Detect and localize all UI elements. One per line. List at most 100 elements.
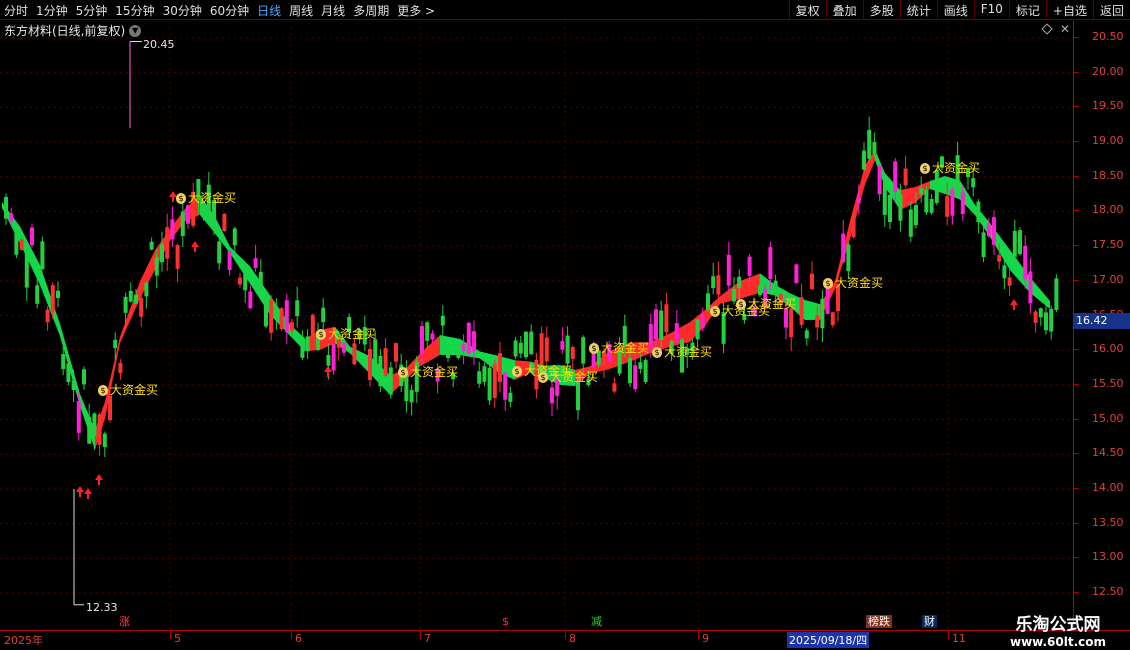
candle-body xyxy=(659,310,664,341)
candle-body xyxy=(269,299,274,333)
money-bag-icon: $ xyxy=(176,193,186,204)
candle-body xyxy=(149,241,154,250)
candle-body xyxy=(747,256,752,276)
signal-label: $ 大资金买 xyxy=(823,274,883,291)
tab-1min[interactable]: 1分钟 xyxy=(36,2,68,19)
candle-body xyxy=(368,349,372,380)
tab-30min[interactable]: 30分钟 xyxy=(163,2,202,19)
signal-label: $ 大资金买 xyxy=(589,339,649,356)
event-badge-finance[interactable]: 财 xyxy=(922,615,937,628)
candle-body xyxy=(97,414,102,445)
candle-body xyxy=(175,245,180,269)
tab-weekly[interactable]: 周线 xyxy=(289,2,313,19)
candle-body xyxy=(394,343,398,362)
candle-body xyxy=(513,340,518,357)
watermark: 乐淘公式网 www.60lt.com xyxy=(992,610,1124,649)
tab-monthly[interactable]: 月线 xyxy=(321,2,345,19)
back-button[interactable]: 返回 xyxy=(1092,0,1130,20)
candle-body xyxy=(700,315,705,328)
time-axis: 2025年 5 6 7 8 9 2025/09/18/四 11 xyxy=(0,630,1130,650)
candle-body xyxy=(830,312,835,326)
tab-60min[interactable]: 60分钟 xyxy=(210,2,249,19)
tab-15min[interactable]: 15分钟 xyxy=(115,2,154,19)
candle-body xyxy=(30,227,34,246)
multi-stock-button[interactable]: 多股 xyxy=(862,0,900,20)
candle-body xyxy=(581,337,586,364)
candle-body xyxy=(352,343,357,365)
candle-body xyxy=(466,322,471,354)
tab-multi-period[interactable]: 多周期 xyxy=(353,2,389,19)
price-tick-label: 17.50 xyxy=(1074,238,1124,252)
candle-body xyxy=(867,129,872,159)
price-tick-label: 14.00 xyxy=(1074,480,1124,494)
candle-body xyxy=(882,181,887,215)
tab-more[interactable]: 更多 > xyxy=(397,2,435,19)
candle-body xyxy=(773,280,778,294)
candle-body xyxy=(908,209,913,237)
add-watchlist-button[interactable]: +自选 xyxy=(1045,0,1093,20)
mark-button[interactable]: 标记 xyxy=(1008,0,1046,20)
candle-body xyxy=(144,282,149,297)
price-tick-label: 16.00 xyxy=(1074,342,1124,356)
candle-body xyxy=(487,367,492,401)
time-label: 2025年 xyxy=(4,634,43,647)
tab-5min[interactable]: 5分钟 xyxy=(76,2,108,19)
candle-body xyxy=(789,308,794,338)
candle-body xyxy=(986,224,991,237)
candle-body xyxy=(440,315,445,326)
signal-label: $ 大资金买 xyxy=(652,343,712,360)
candle-body xyxy=(820,298,825,329)
candle-body xyxy=(180,211,185,237)
overlay-button[interactable]: 叠加 xyxy=(825,0,863,20)
candle-body xyxy=(560,341,565,350)
candle-body xyxy=(82,369,86,385)
candle-body xyxy=(638,362,643,369)
event-badge-rank-drop[interactable]: 榜跌 xyxy=(866,615,892,628)
draw-line-button[interactable]: 画线 xyxy=(936,0,974,20)
candle-body xyxy=(518,342,523,354)
ribbon-segment xyxy=(760,273,775,296)
candle-body xyxy=(1002,265,1007,279)
watermark-title: 乐淘公式网 xyxy=(1015,615,1101,635)
candle-body xyxy=(342,342,346,353)
signal-label: $ 大资金买 xyxy=(920,159,980,176)
candle-body xyxy=(654,309,658,340)
candle-body xyxy=(633,365,638,390)
candle-body xyxy=(862,150,866,170)
money-bag-icon: $ xyxy=(538,372,548,383)
candle-body xyxy=(186,205,190,224)
candle-body xyxy=(66,363,71,383)
candle-body xyxy=(170,219,175,240)
kline-chart[interactable] xyxy=(0,21,1073,630)
money-bag-icon: $ xyxy=(398,367,408,378)
signal-label: $ 大资金买 xyxy=(316,325,376,342)
money-bag-icon: $ xyxy=(316,329,326,340)
event-badge-dollar[interactable]: $ xyxy=(500,615,511,628)
f10-button[interactable]: F10 xyxy=(973,0,1009,20)
candle-body xyxy=(1028,271,1033,304)
event-badge-reduce[interactable]: 减 xyxy=(589,615,604,628)
candle-body xyxy=(222,213,227,232)
candle-body xyxy=(971,178,976,188)
candle-body xyxy=(461,343,466,351)
candle-body xyxy=(841,233,846,263)
candle-body xyxy=(960,192,965,214)
candle-body xyxy=(893,161,898,193)
candle-body xyxy=(997,255,1002,262)
tab-daily[interactable]: 日线 xyxy=(257,2,281,19)
candle-body xyxy=(388,367,393,395)
event-badge-up[interactable]: 涨 xyxy=(117,615,132,628)
signal-label: $ 大资金买 xyxy=(538,368,598,385)
candle-body xyxy=(482,366,487,382)
statistics-button[interactable]: 统计 xyxy=(899,0,937,20)
candle-body xyxy=(425,322,430,341)
candle-body xyxy=(628,357,632,384)
tab-fenshi[interactable]: 分时 xyxy=(4,2,28,19)
candle-body xyxy=(1007,277,1012,286)
price-tick-label: 13.00 xyxy=(1074,550,1124,564)
restore-rights-button[interactable]: 复权 xyxy=(788,0,826,20)
candle-body xyxy=(253,258,258,268)
candle-body xyxy=(612,383,617,392)
candle-body xyxy=(160,244,164,263)
time-label: 8 xyxy=(569,632,576,645)
